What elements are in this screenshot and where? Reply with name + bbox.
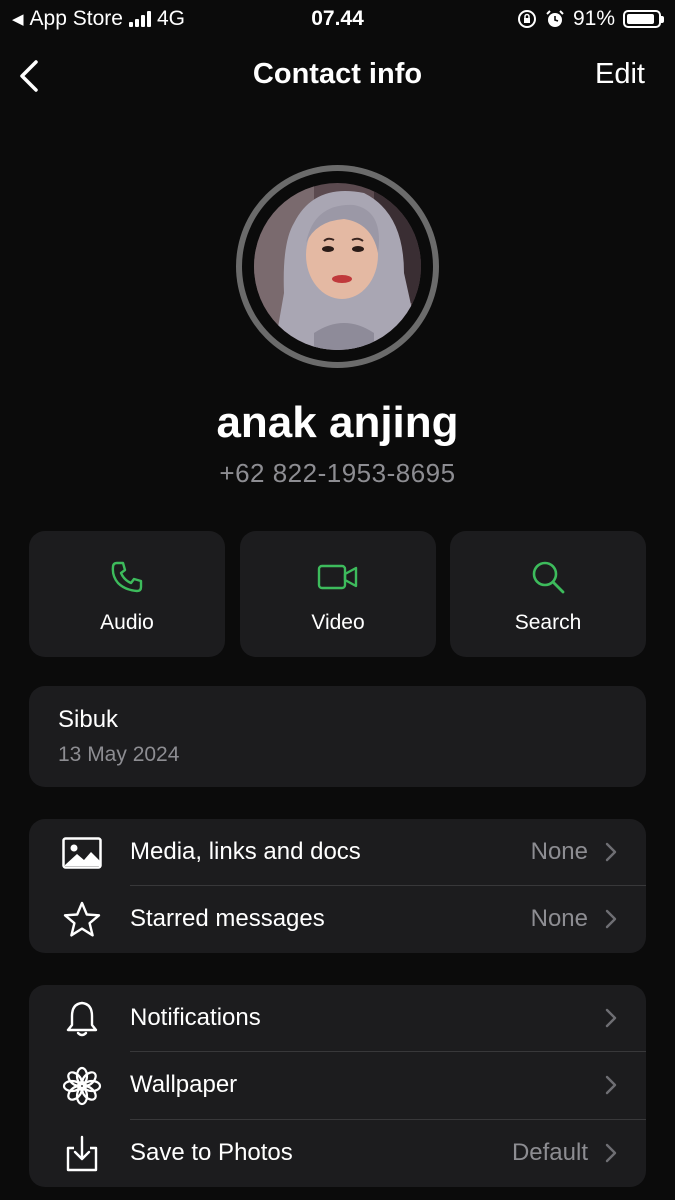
orientation-lock-icon bbox=[517, 10, 536, 28]
edit-button[interactable]: Edit bbox=[595, 58, 645, 91]
chevron-right-icon bbox=[605, 1008, 617, 1028]
chevron-right-icon bbox=[605, 909, 617, 929]
audio-label: Audio bbox=[100, 611, 154, 634]
star-icon bbox=[63, 901, 101, 937]
row-value: None bbox=[530, 905, 588, 932]
media-links-docs-row[interactable]: Media, links and docs None bbox=[29, 819, 646, 886]
status-bar: ◀ App Store 4G 07.44 91% bbox=[0, 0, 675, 38]
chevron-right-icon bbox=[605, 1075, 617, 1095]
media-section: Media, links and docs None Starred messa… bbox=[29, 819, 646, 953]
row-label: Save to Photos bbox=[130, 1139, 293, 1166]
row-label: Starred messages bbox=[130, 905, 325, 932]
battery-icon bbox=[623, 10, 664, 28]
video-camera-icon bbox=[317, 564, 358, 590]
image-icon bbox=[62, 837, 102, 869]
video-call-button[interactable]: Video bbox=[240, 531, 436, 657]
status-right: 91% bbox=[517, 7, 664, 31]
video-label: Video bbox=[311, 611, 365, 634]
wallpaper-row[interactable]: Wallpaper bbox=[29, 1052, 646, 1119]
page-title: Contact info bbox=[252, 58, 423, 90]
contact-name: anak anjing bbox=[216, 398, 459, 447]
phone-icon bbox=[111, 561, 143, 593]
about-text: Sibuk bbox=[58, 706, 119, 733]
alarm-icon bbox=[546, 10, 564, 27]
starred-messages-row[interactable]: Starred messages None bbox=[29, 886, 646, 953]
about-card[interactable]: Sibuk 13 May 2024 bbox=[29, 686, 646, 787]
battery-fill bbox=[627, 14, 655, 24]
row-value: None bbox=[530, 838, 588, 865]
search-button[interactable]: Search bbox=[450, 531, 646, 657]
avatar[interactable] bbox=[236, 165, 439, 368]
row-label: Wallpaper bbox=[130, 1071, 238, 1098]
row-label: Notifications bbox=[130, 1004, 261, 1031]
row-label: Media, links and docs bbox=[130, 838, 361, 865]
download-icon bbox=[66, 1135, 98, 1172]
chevron-right-icon bbox=[605, 1143, 617, 1163]
settings-section: Notifications Wallpaper Save to Photos D… bbox=[29, 985, 646, 1187]
notifications-row[interactable]: Notifications bbox=[29, 985, 646, 1052]
search-icon bbox=[532, 561, 565, 594]
save-to-photos-row[interactable]: Save to Photos Default bbox=[29, 1120, 646, 1187]
battery-percent: 91% bbox=[572, 7, 615, 30]
search-label: Search bbox=[514, 611, 582, 634]
profile-photo bbox=[254, 183, 421, 350]
flower-icon bbox=[62, 1066, 102, 1106]
audio-call-button[interactable]: Audio bbox=[29, 531, 225, 657]
bell-icon bbox=[66, 1001, 98, 1037]
contact-phone[interactable]: +62 822-1953-8695 bbox=[0, 458, 675, 489]
chevron-right-icon bbox=[605, 842, 617, 862]
row-value: Default bbox=[511, 1139, 588, 1166]
about-date: 13 May 2024 bbox=[58, 743, 180, 766]
